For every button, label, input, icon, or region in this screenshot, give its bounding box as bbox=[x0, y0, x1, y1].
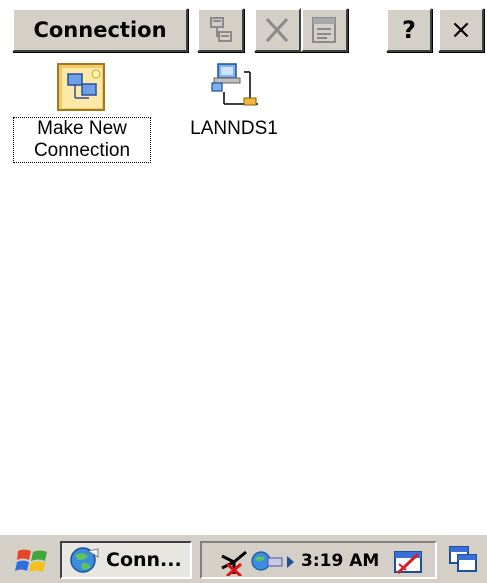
start-icon[interactable] bbox=[14, 545, 52, 575]
close-icon: × bbox=[450, 15, 472, 45]
make-new-connection-icon bbox=[57, 63, 105, 111]
help-label: ? bbox=[402, 16, 416, 44]
make-new-label-line1: Make New bbox=[37, 118, 127, 139]
globe-connection-icon bbox=[70, 547, 99, 573]
arrow-icon bbox=[287, 556, 294, 568]
system-tray: 3:19 AM bbox=[200, 541, 437, 579]
window-title-button[interactable]: Connection bbox=[12, 8, 188, 52]
make-new-label-line2: Connection bbox=[33, 140, 131, 161]
command-bar: Connection ? × bbox=[0, 0, 487, 60]
desktop-icon[interactable] bbox=[446, 543, 480, 577]
properties-button[interactable] bbox=[301, 8, 348, 52]
bluetooth-off-icon[interactable] bbox=[218, 546, 250, 576]
make-new-connection-item[interactable]: Make New Connection bbox=[13, 60, 151, 163]
lan-connection-label: LANNDS1 bbox=[190, 118, 278, 139]
delete-icon bbox=[265, 17, 289, 43]
delete-button[interactable] bbox=[254, 8, 301, 52]
network-icon[interactable] bbox=[250, 548, 284, 574]
network-properties-icon bbox=[210, 17, 232, 42]
lan-connection-icon bbox=[211, 63, 258, 106]
properties-icon bbox=[312, 17, 336, 43]
input-panel-icon[interactable] bbox=[392, 546, 426, 576]
network-properties-button[interactable] bbox=[197, 8, 244, 52]
task-button-label: Conn... bbox=[106, 549, 182, 571]
lan-connection-item[interactable]: LANNDS1 bbox=[178, 60, 290, 140]
task-button-connection[interactable]: Conn... bbox=[60, 541, 192, 579]
taskbar: Conn... 3:19 AM bbox=[0, 534, 487, 583]
help-button[interactable]: ? bbox=[386, 8, 432, 52]
window-title: Connection bbox=[33, 18, 167, 42]
clock[interactable]: 3:19 AM bbox=[301, 551, 379, 571]
close-button[interactable]: × bbox=[438, 8, 484, 52]
